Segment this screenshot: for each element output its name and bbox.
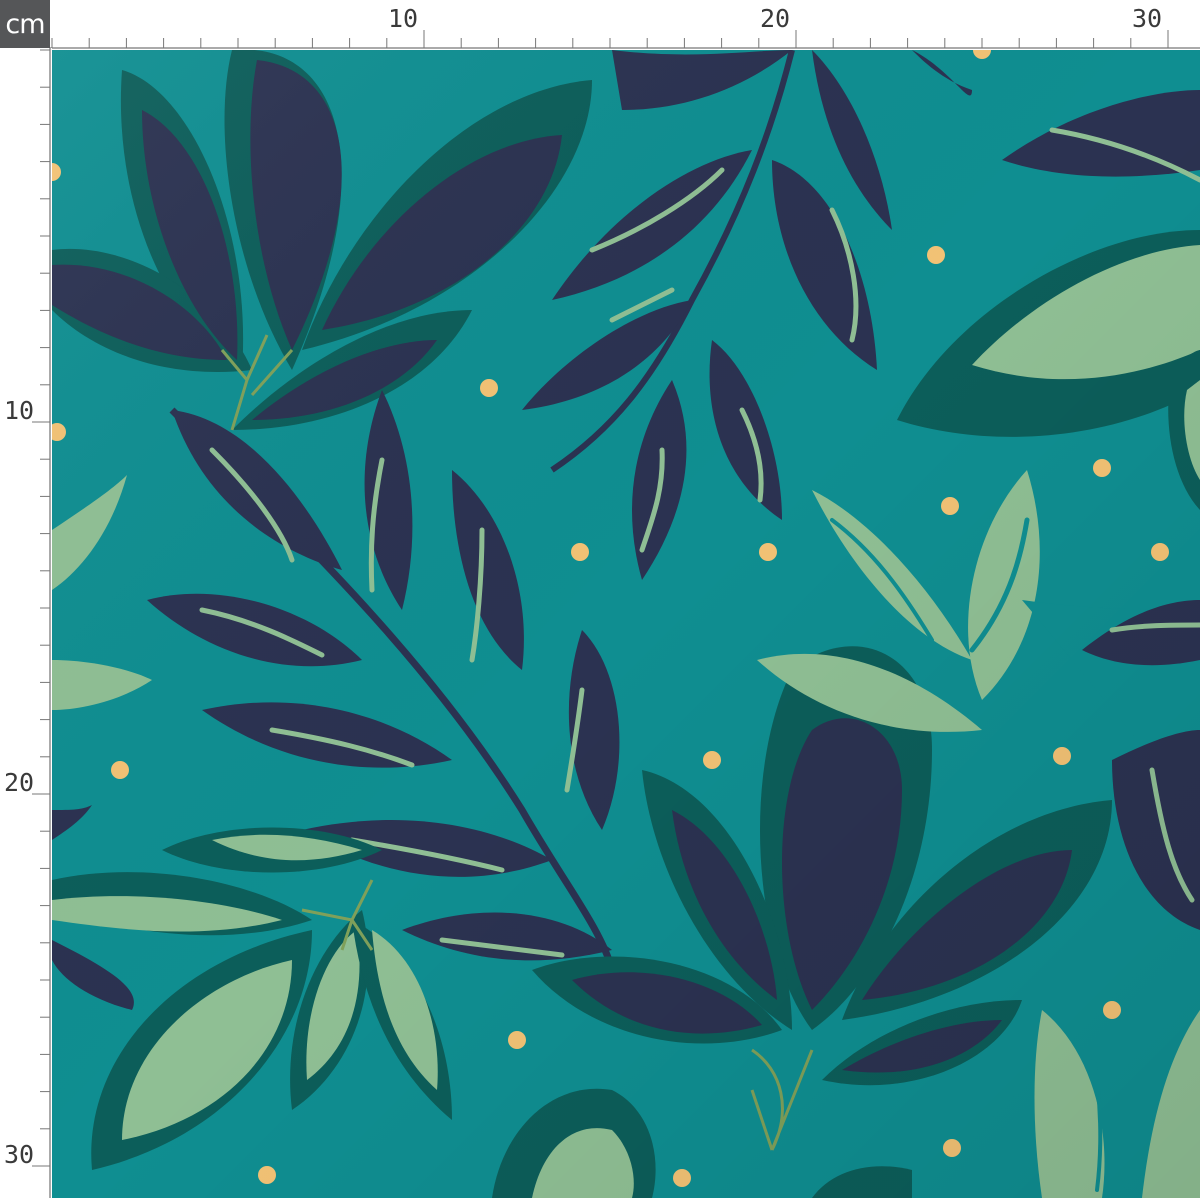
ruler-left-label-30: 30: [4, 1140, 34, 1169]
horizontal-ruler: 10 20 30: [50, 0, 1200, 50]
ruler-left-label-20: 20: [4, 768, 34, 797]
ruler-top-label-30: 30: [1132, 4, 1162, 33]
ruler-top-label-20: 20: [760, 4, 790, 33]
leaf-pattern: [52, 50, 1200, 1198]
vertical-ruler: 10 20 30: [0, 48, 52, 1198]
fabric-sheen: [52, 50, 1200, 1198]
vertical-ruler-ticks: [0, 48, 52, 1198]
ruler-top-label-10: 10: [388, 4, 418, 33]
horizontal-ruler-ticks: [50, 0, 1200, 50]
ruler-left-label-10: 10: [4, 396, 34, 425]
unit-label: cm: [0, 0, 50, 48]
fabric-swatch: [52, 50, 1200, 1198]
